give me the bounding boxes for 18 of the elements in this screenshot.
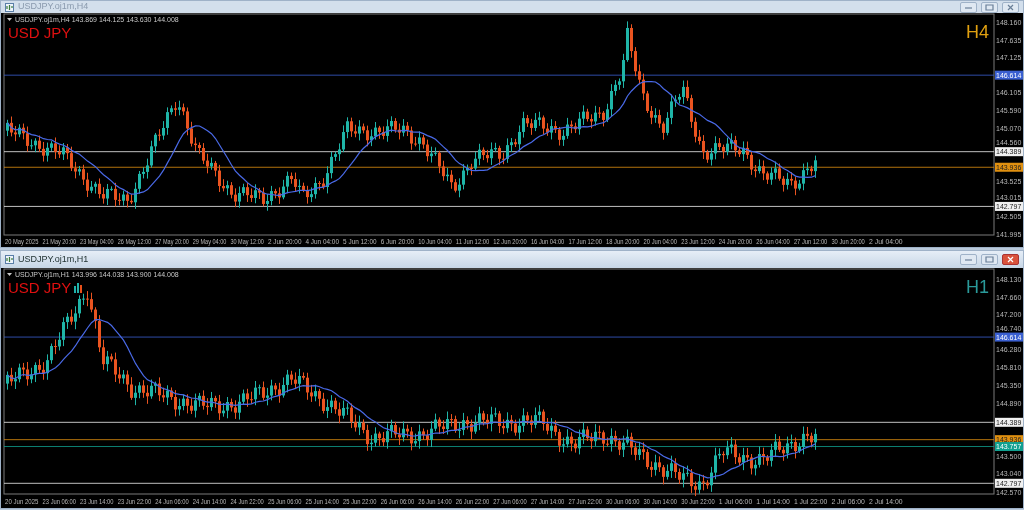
timeframe-label: H1 — [966, 277, 989, 297]
timeframe-label: H4 — [966, 22, 989, 42]
maximize-icon — [982, 1, 997, 13]
symbol-label: USD JPY — [8, 24, 72, 41]
close-button[interactable] — [1002, 254, 1019, 265]
maximize-icon — [982, 254, 997, 265]
price-level-line[interactable] — [3, 439, 995, 441]
chart-window-icon — [5, 255, 14, 264]
window-title: USDJPY.oj1m,H4 — [18, 0, 90, 14]
dropdown-icon[interactable] — [7, 18, 12, 21]
close-button[interactable] — [1002, 1, 1019, 13]
symbol-label: USD JPY — [8, 279, 72, 296]
price-level-line[interactable] — [3, 446, 995, 448]
dropdown-icon[interactable] — [7, 273, 12, 276]
bars-icon — [74, 283, 82, 293]
window-title: USDJPY.oj1m,H1 — [18, 252, 90, 266]
chart-window-icon — [5, 2, 14, 12]
price-level-line[interactable] — [3, 166, 995, 168]
